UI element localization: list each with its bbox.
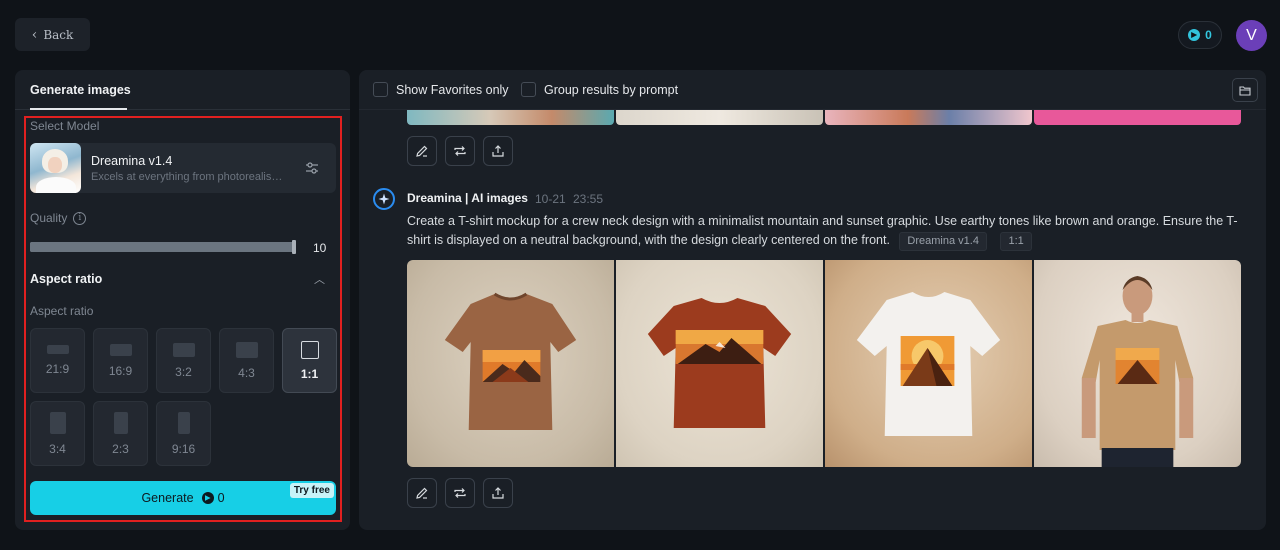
aspect-ratio-label: 2:3 bbox=[112, 441, 129, 456]
aspect-ratio-shape-icon bbox=[300, 340, 319, 359]
previous-result-actions bbox=[407, 136, 513, 166]
quality-slider[interactable] bbox=[30, 240, 296, 254]
aspect-ratio-option[interactable]: 3:2 bbox=[156, 328, 211, 393]
repeat-icon bbox=[454, 488, 466, 498]
aspect-ratio-shape-icon bbox=[235, 341, 258, 358]
aspect-ratio-label: 16:9 bbox=[108, 363, 133, 378]
share-button[interactable] bbox=[483, 478, 513, 508]
aspect-ratio-shape-icon bbox=[177, 411, 190, 434]
group-results-toggle[interactable]: Group results by prompt bbox=[521, 82, 678, 97]
aspect-ratio-label: 1:1 bbox=[300, 366, 319, 381]
model-tag: Dreamina v1.4 bbox=[899, 232, 987, 251]
show-favorites-toggle[interactable]: Show Favorites only bbox=[373, 82, 509, 97]
chevron-up-icon[interactable]: ︿ bbox=[314, 271, 325, 287]
prompt-text: Create a T-shirt mockup for a crew neck … bbox=[407, 214, 1238, 247]
tab-generate-images[interactable]: Generate images bbox=[30, 83, 131, 97]
aspect-ratio-label: 4:3 bbox=[238, 365, 255, 380]
quality-slider-fill bbox=[30, 242, 296, 252]
active-tab-indicator bbox=[30, 108, 127, 110]
group-results-label: Group results by prompt bbox=[544, 82, 679, 97]
generate-button[interactable]: Generate 0 Try free bbox=[30, 481, 336, 515]
back-button[interactable]: ‹ Back bbox=[15, 18, 90, 51]
aspect-ratio-option[interactable]: 3:4 bbox=[30, 401, 85, 466]
regenerate-button[interactable] bbox=[445, 478, 475, 508]
result-actions bbox=[407, 478, 513, 508]
aspect-ratio-option[interactable]: 9:16 bbox=[156, 401, 211, 466]
regenerate-button[interactable] bbox=[445, 136, 475, 166]
aspect-ratio-option[interactable]: 2:3 bbox=[93, 401, 148, 466]
result-date: 10-21 bbox=[535, 192, 566, 206]
info-icon[interactable]: i bbox=[73, 211, 87, 225]
model-description: Excels at everything from photorealism t… bbox=[91, 171, 291, 183]
repeat-icon bbox=[454, 146, 466, 156]
aspect-ratio-shape-icon bbox=[109, 343, 132, 356]
credits-badge[interactable]: 0 bbox=[1178, 21, 1222, 49]
folder-button[interactable] bbox=[1232, 78, 1258, 102]
results-panel: Show Favorites only Group results by pro… bbox=[359, 70, 1266, 530]
generate-label: Generate bbox=[141, 491, 194, 505]
select-model-label: Select Model bbox=[30, 119, 100, 133]
result-image[interactable] bbox=[407, 260, 614, 467]
back-label: Back bbox=[43, 27, 74, 42]
credits-count: 0 bbox=[1205, 28, 1212, 42]
results-toolbar: Show Favorites only Group results by pro… bbox=[359, 70, 1266, 110]
aspect-ratio-label: 21:9 bbox=[45, 362, 70, 376]
credit-coin-icon bbox=[201, 492, 214, 504]
result-prompt: Create a T-shirt mockup for a crew neck … bbox=[407, 212, 1247, 251]
try-free-badge: Try free bbox=[289, 483, 334, 498]
sliders-icon[interactable] bbox=[304, 160, 320, 176]
result-images bbox=[407, 260, 1241, 467]
aspect-ratio-option[interactable]: 4:3 bbox=[219, 328, 274, 393]
aspect-ratio-label: 9:16 bbox=[171, 441, 196, 456]
upload-icon bbox=[492, 145, 504, 157]
model-thumbnail bbox=[30, 143, 81, 193]
pencil-icon bbox=[416, 487, 428, 499]
quality-row: Quality i bbox=[30, 211, 87, 225]
result-image[interactable] bbox=[616, 260, 823, 467]
aspect-ratio-label: Aspect ratio bbox=[30, 304, 94, 318]
result-image[interactable] bbox=[1034, 260, 1241, 467]
aspect-ratio-option[interactable]: 1:1 bbox=[282, 328, 337, 393]
show-favorites-checkbox[interactable] bbox=[373, 82, 388, 97]
aspect-ratio-label: 3:2 bbox=[175, 364, 192, 379]
show-favorites-label: Show Favorites only bbox=[396, 82, 509, 97]
avatar[interactable]: V bbox=[1236, 20, 1267, 51]
edit-button[interactable] bbox=[407, 136, 437, 166]
aspect-ratio-shape-icon bbox=[172, 342, 195, 357]
dreamina-logo-icon bbox=[373, 188, 395, 210]
model-name: Dreamina v1.4 bbox=[91, 154, 173, 168]
pencil-icon bbox=[416, 145, 428, 157]
aspect-ratio-section-title: Aspect ratio bbox=[30, 272, 103, 286]
share-button[interactable] bbox=[483, 136, 513, 166]
model-selector[interactable]: Dreamina v1.4 Excels at everything from … bbox=[30, 143, 336, 193]
panel-tabs: Generate images bbox=[15, 70, 350, 110]
aspect-ratio-shape-icon bbox=[46, 345, 69, 354]
result-time: 23:55 bbox=[573, 192, 604, 206]
aspect-ratio-shape-icon bbox=[113, 411, 128, 434]
folder-icon bbox=[1239, 85, 1251, 96]
result-author: Dreamina | AI images bbox=[407, 191, 528, 205]
credit-coin-icon bbox=[1188, 29, 1201, 41]
aspect-ratio-shape-icon bbox=[49, 411, 66, 434]
aspect-ratio-label: 3:4 bbox=[49, 441, 66, 456]
aspect-ratio-option[interactable]: 16:9 bbox=[93, 328, 148, 393]
upload-icon bbox=[492, 487, 504, 499]
quality-slider-handle[interactable] bbox=[292, 240, 296, 254]
chevron-left-icon: ‹ bbox=[31, 26, 38, 43]
generate-cost: 0 bbox=[217, 491, 225, 505]
aspect-ratio-option[interactable]: 21:9 bbox=[30, 328, 85, 393]
quality-label: Quality bbox=[30, 211, 68, 225]
quality-value: 10 bbox=[313, 241, 327, 255]
result-image[interactable] bbox=[825, 260, 1032, 467]
ratio-tag: 1:1 bbox=[1000, 232, 1032, 251]
group-results-checkbox[interactable] bbox=[521, 82, 536, 97]
edit-button[interactable] bbox=[407, 478, 437, 508]
